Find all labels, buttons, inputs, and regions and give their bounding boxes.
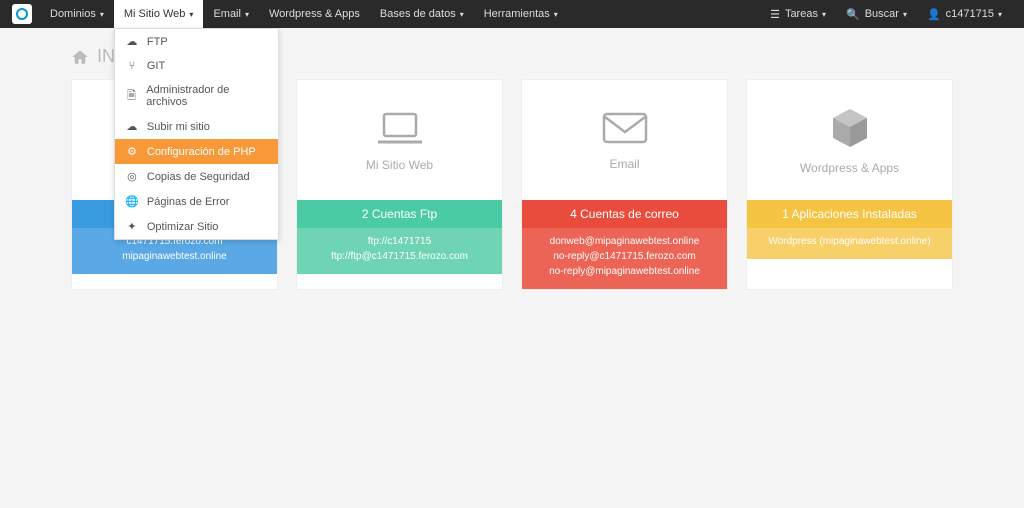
nav-left: Dominios ▾ Mi Sitio Web▾ ☁FTP ⑂GIT 🗎Admin… (12, 0, 568, 28)
dd-label: GIT (147, 60, 165, 72)
nav-tasks[interactable]: ☰ Tareas ▾ (760, 0, 836, 28)
caret-icon: ▾ (903, 10, 907, 19)
list-item: ftp://ftp@c1471715.ferozo.com (301, 249, 498, 264)
laptop-icon (374, 108, 426, 148)
card-list: Wordpress (mipaginawebtest.online) (747, 228, 952, 259)
nav-label: Mi Sitio Web (124, 8, 186, 20)
nav-label: Tareas (785, 8, 818, 20)
nav-label: Buscar (865, 8, 899, 20)
caret-icon: ▾ (100, 10, 104, 19)
card-label: Wordpress & Apps (800, 161, 899, 175)
cloud-download-icon: ☁ (125, 35, 139, 48)
list-item: no-reply@mipaginawebtest.online (526, 264, 723, 279)
dd-label: Copias de Seguridad (147, 171, 250, 183)
dd-label: Configuración de PHP (147, 146, 256, 158)
card-body: Email (522, 80, 727, 200)
nav-search[interactable]: 🔍 Buscar ▾ (836, 0, 917, 28)
dd-label: Administrador de archivos (146, 84, 268, 108)
card-list: ftp://c1471715 ftp://ftp@c1471715.ferozo… (297, 228, 502, 274)
nav-user[interactable]: 👤 c1471715 ▾ (917, 0, 1012, 28)
search-icon: 🔍 (846, 8, 860, 21)
gear-icon: ⚙ (125, 145, 139, 158)
mi-sitio-web-dropdown: ☁ FTP ⑂ GIT 🗎 Administrador de archivos ☁ Su… (114, 28, 279, 240)
dd-label: FTP (147, 36, 168, 48)
dropdown-php-config[interactable]: ⚙ Configuración de PHP (115, 139, 278, 164)
tasks-icon: ☰ (770, 8, 780, 21)
dropdown-filemanager[interactable]: 🗎 Administrador de archivos (115, 78, 278, 114)
nav-tools[interactable]: Herramientas ▾ (474, 0, 568, 28)
caret-icon: ▾ (460, 10, 464, 19)
magic-icon: ✦ (125, 220, 139, 233)
card-header: 4 Cuentas de correo (522, 200, 727, 228)
home-icon (71, 48, 89, 66)
mail-icon (600, 109, 650, 147)
card-body: Wordpress & Apps (747, 80, 952, 200)
nav-label: c1471715 (946, 8, 994, 20)
user-icon: 👤 (927, 8, 941, 21)
caret-icon: ▾ (554, 10, 558, 19)
dd-label: Páginas de Error (147, 196, 230, 208)
list-item: ftp://c1471715 (301, 234, 498, 249)
nav-label: Wordpress & Apps (269, 8, 360, 20)
brand-logo[interactable] (12, 4, 32, 24)
nav-label: Bases de datos (380, 8, 456, 20)
dropdown-git[interactable]: ⑂ GIT (115, 54, 278, 78)
dd-label: Subir mi sitio (147, 121, 210, 133)
card-email[interactable]: Email 4 Cuentas de correo donweb@mipagin… (521, 79, 728, 290)
dropdown-upload-site[interactable]: ☁ Subir mi sitio (115, 114, 278, 139)
nav-label: Email (213, 8, 241, 20)
nav-mi-sitio-web[interactable]: Mi Sitio Web▾ ☁FTP ⑂GIT 🗎Administrador d… (114, 0, 204, 28)
card-mi-sitio-web[interactable]: Mi Sitio Web 2 Cuentas Ftp ftp://c147171… (296, 79, 503, 290)
caret-icon: ▾ (245, 10, 249, 19)
files-icon: 🗎 (125, 87, 138, 106)
list-item: no-reply@c1471715.ferozo.com (526, 249, 723, 264)
caret-icon: ▾ (189, 10, 193, 19)
dropdown-error-pages[interactable]: 🌐 Páginas de Error (115, 189, 278, 214)
nav-right: ☰ Tareas ▾ 🔍 Buscar ▾ 👤 c1471715 ▾ (760, 0, 1012, 28)
caret-icon: ▾ (822, 10, 826, 19)
card-body: Mi Sitio Web (297, 80, 502, 200)
list-item: Wordpress (mipaginawebtest.online) (751, 234, 948, 249)
life-ring-icon: ◎ (125, 170, 139, 183)
card-label: Email (609, 157, 639, 171)
nav-databases[interactable]: Bases de datos ▾ (370, 0, 474, 28)
card-list: donweb@mipaginawebtest.online no-reply@c… (522, 228, 727, 289)
top-navbar: Dominios ▾ Mi Sitio Web▾ ☁FTP ⑂GIT 🗎Admin… (0, 0, 1024, 28)
dropdown-backups[interactable]: ◎ Copias de Seguridad (115, 164, 278, 189)
dropdown-ftp[interactable]: ☁ FTP (115, 29, 278, 54)
cube-icon (827, 105, 873, 151)
cloud-upload-icon: ☁ (125, 120, 139, 133)
nav-label: Herramientas (484, 8, 550, 20)
nav-label: Dominios (50, 8, 96, 20)
nav-dominios[interactable]: Dominios ▾ (40, 0, 114, 28)
dd-label: Optimizar Sitio (147, 221, 219, 233)
list-item: donweb@mipaginawebtest.online (526, 234, 723, 249)
dropdown-optimize[interactable]: ✦ Optimizar Sitio (115, 214, 278, 239)
nav-email[interactable]: Email ▾ (203, 0, 259, 28)
card-header: 1 Aplicaciones Instaladas (747, 200, 952, 228)
card-label: Mi Sitio Web (366, 158, 433, 172)
globe-icon: 🌐 (125, 195, 139, 208)
branch-icon: ⑂ (125, 60, 139, 72)
caret-icon: ▾ (998, 10, 1002, 19)
card-header: 2 Cuentas Ftp (297, 200, 502, 228)
card-wordpress-apps[interactable]: Wordpress & Apps 1 Aplicaciones Instalad… (746, 79, 953, 290)
list-item: mipaginawebtest.online (76, 249, 273, 264)
nav-wordpress-apps[interactable]: Wordpress & Apps (259, 0, 370, 28)
